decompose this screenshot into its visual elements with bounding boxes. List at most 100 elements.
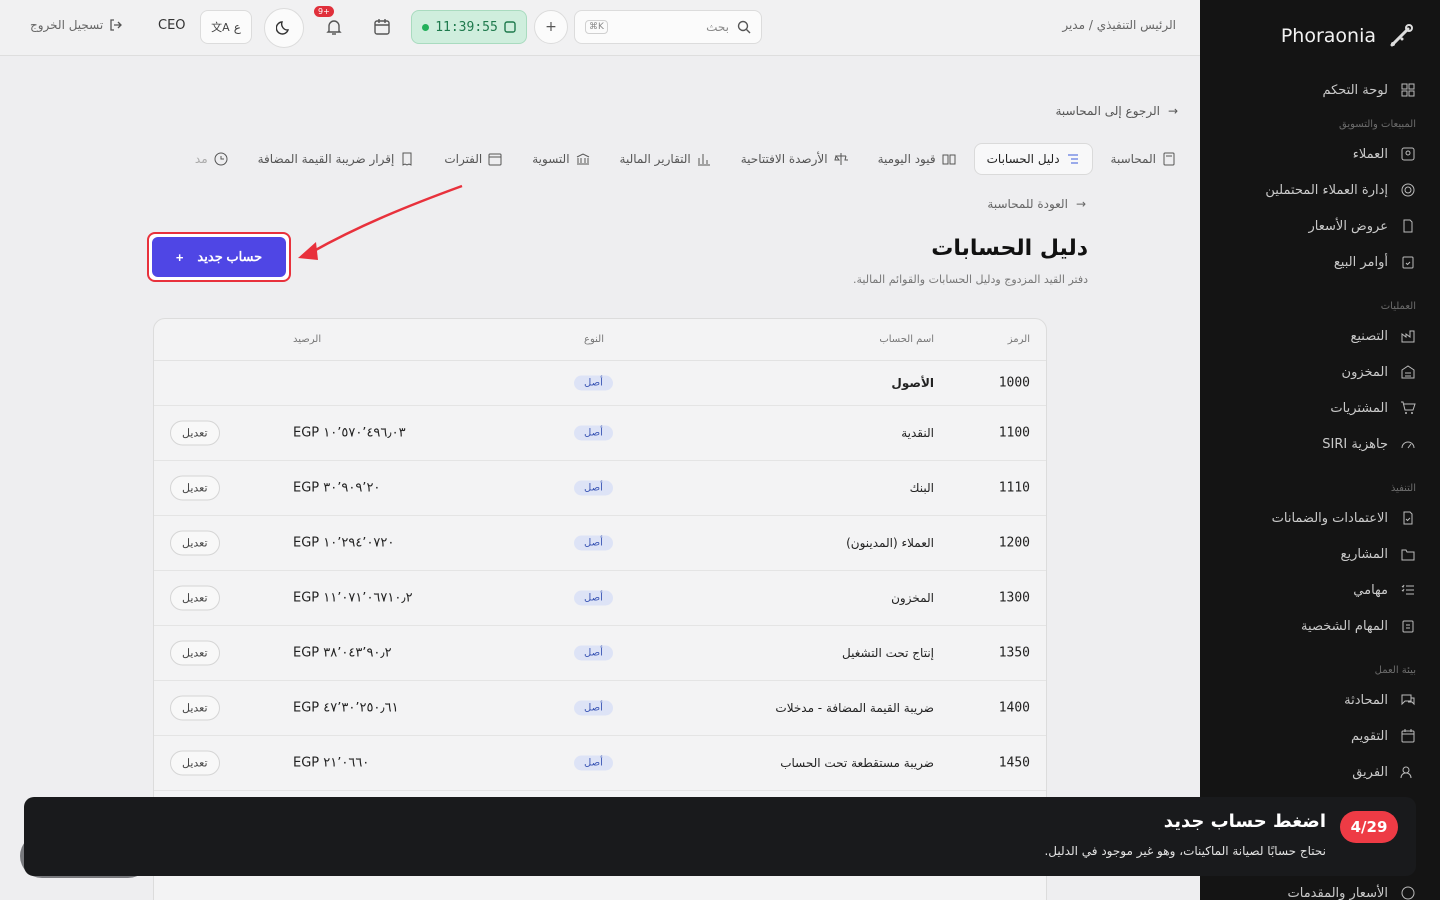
clock-icon [214,152,228,166]
table-row[interactable]: 1200 العملاء (المدينون) أصل EGP ١٠٬٢٩٤٬٠٧٢٠… [154,516,1046,571]
sidebar-item-manufacturing[interactable]: التصنيع [1200,318,1440,354]
tab-opening-balances[interactable]: الأرصدة الافتتاحية [729,143,860,175]
account-code: 1450 [998,755,1030,771]
bank-icon [576,153,589,165]
table-row[interactable]: 1110 البنك أصل EGP ٣٠٬٩٠٩٬٢٠ تعديل [154,461,1046,516]
user-role[interactable]: CEO [158,18,186,33]
tab-accounting[interactable]: المحاسبة [1099,143,1188,175]
calendar-icon [1401,729,1415,743]
edit-button[interactable]: تعديل [170,530,220,556]
sidebar-item-label: العملاء [1352,146,1388,162]
language-toggle[interactable]: ع 文A [200,10,252,44]
moon-icon [276,21,290,35]
sidebar-item-chat[interactable]: المحادثة [1200,682,1440,718]
sidebar-item-team[interactable]: الفريق [1200,754,1440,790]
document-icon [1403,219,1413,233]
account-name: البنك [909,481,934,495]
arrow-right-icon: → [1167,104,1178,118]
sidebar-item-leads[interactable]: إدارة العملاء المحتملين [1200,172,1440,208]
clipboard-check-icon [1402,256,1414,269]
theme-toggle[interactable] [264,8,304,48]
sidebar-item-projects[interactable]: المشاريع [1200,536,1440,572]
table-row[interactable]: 1100 النقدية أصل EGP ١٠٬٥٧٠٬٤٩٦٫٠٣ تعديل [154,406,1046,461]
tab-more[interactable]: مد [193,143,240,175]
sidebar-item-dashboard[interactable]: لوحة التحكم [1200,72,1440,108]
account-type-badge: أصل [574,590,613,606]
new-account-label: حساب جديد [197,249,263,264]
account-balance: EGP ٣٨٬٠٤٣٬٩٠٫٢ [293,645,392,661]
sidebar-item-quotes[interactable]: عروض الأسعار [1200,208,1440,244]
table-row[interactable]: 1000 الأصول أصل [154,361,1046,406]
account-name: ضريبة مستقطعة تحت الحساب [780,756,934,770]
sidebar-item-label: المخزون [1341,364,1388,380]
search-icon [737,20,751,34]
account-type-badge: أصل [574,700,613,716]
logout-button[interactable]: تسجيل الخروج [30,18,123,32]
sidebar: Phoraonia لوحة التحكم المبيعات والتسويق … [1200,0,1440,900]
tab-journal-entries[interactable]: قيود اليومية [866,143,968,175]
edit-button[interactable]: تعديل [170,695,220,721]
back-to-accounting-link[interactable]: → الرجوع إلى المحاسبة [1055,104,1178,118]
sidebar-item-personal-tasks[interactable]: المهام الشخصية [1200,608,1440,644]
time-text: 11:39:55 [435,19,498,35]
tab-label: الفترات [444,152,483,166]
tab-periods[interactable]: الفترات [432,143,514,175]
tab-chart-of-accounts[interactable]: دليل الحسابات [973,143,1093,175]
tour-highlight: حساب جديد + [147,232,291,282]
add-button[interactable]: + [534,10,568,44]
table-row[interactable]: 1300 المخزون أصل EGP ١١٬٠٧١٬٠٦٧١٠٫٢ تعديل [154,571,1046,626]
sidebar-item-my-tasks[interactable]: مهامي [1200,572,1440,608]
account-type-badge: أصل [574,645,613,661]
new-account-button[interactable]: حساب جديد + [152,237,286,277]
plus-icon: + [545,19,557,35]
grid-icon [1401,83,1415,97]
table-row[interactable]: 1400 ضريبة القيمة المضافة - مدخلات أصل EGP … [154,681,1046,736]
chat-icon [1401,694,1415,706]
search-input[interactable]: بحث [616,20,729,34]
cart-icon [1401,401,1416,414]
sidebar-item-label: إدارة العملاء المحتملين [1265,182,1388,198]
edit-button[interactable]: تعديل [170,585,220,611]
account-type-badge: أصل [574,375,613,391]
edit-button[interactable]: تعديل [170,640,220,666]
table-row[interactable]: 1350 إنتاج تحت التشغيل أصل EGP ٣٨٬٠٤٣٬٩٠٫٢ ت… [154,626,1046,681]
sidebar-item-siri[interactable]: جاهزية SIRI [1200,426,1440,462]
table-row[interactable]: 1450 ضريبة مستقطعة تحت الحساب أصل EGP ٢١٬٠٦… [154,736,1046,791]
user-card-icon [1401,147,1415,161]
header-code: الرمز [1007,334,1030,345]
back-accounting-link[interactable]: → العودة للمحاسبة [987,197,1086,211]
account-type-badge: أصل [574,535,613,551]
tab-label: المحاسبة [1110,152,1156,166]
sidebar-item-purchases[interactable]: المشتريات [1200,390,1440,426]
sidebar-item-inventory[interactable]: المخزون [1200,354,1440,390]
tab-vat-return[interactable]: إقرار ضريبة القيمة المضافة [246,143,427,175]
edit-button[interactable]: تعديل [170,420,220,446]
sidebar-item-customers[interactable]: العملاء [1200,136,1440,172]
sidebar-item-sales-orders[interactable]: أوامر البيع [1200,244,1440,280]
book-open-icon [942,154,956,165]
sidebar-item-pricing[interactable]: الأسعار والمقدمات [1200,875,1440,900]
bar-chart-icon [697,154,710,166]
tour-arrow-icon [298,184,463,260]
sidebar-item-label: المهام الشخصية [1301,618,1388,634]
calendar-button[interactable] [369,14,395,40]
tab-reconciliation[interactable]: التسوية [520,143,601,175]
account-name: الأصول [891,376,934,390]
account-balance: EGP ١٠٬٥٧٠٬٤٩٦٫٠٣ [293,425,406,441]
tab-financial-reports[interactable]: التقارير المالية [608,143,723,175]
tab-label: الأرصدة الافتتاحية [740,152,828,166]
sidebar-group-label: بيئة العمل [1374,665,1416,676]
logout-label: تسجيل الخروج [30,18,104,32]
brand[interactable]: Phoraonia [1200,0,1440,72]
edit-button[interactable]: تعديل [170,750,220,776]
time-clock[interactable]: 11:39:55 [411,10,527,44]
tab-label: إقرار ضريبة القيمة المضافة [257,152,395,166]
notifications-button[interactable] [321,14,347,40]
sidebar-item-calendar[interactable]: التقويم [1200,718,1440,754]
sidebar-item-guarantees[interactable]: الاعتمادات والضمانات [1200,500,1440,536]
receipt-icon [402,152,412,166]
edit-button[interactable]: تعديل [170,475,220,501]
arrow-right-icon: → [1075,197,1086,211]
header-type: النوع [584,334,604,345]
search-box[interactable]: بحث K⌘ [574,10,762,44]
